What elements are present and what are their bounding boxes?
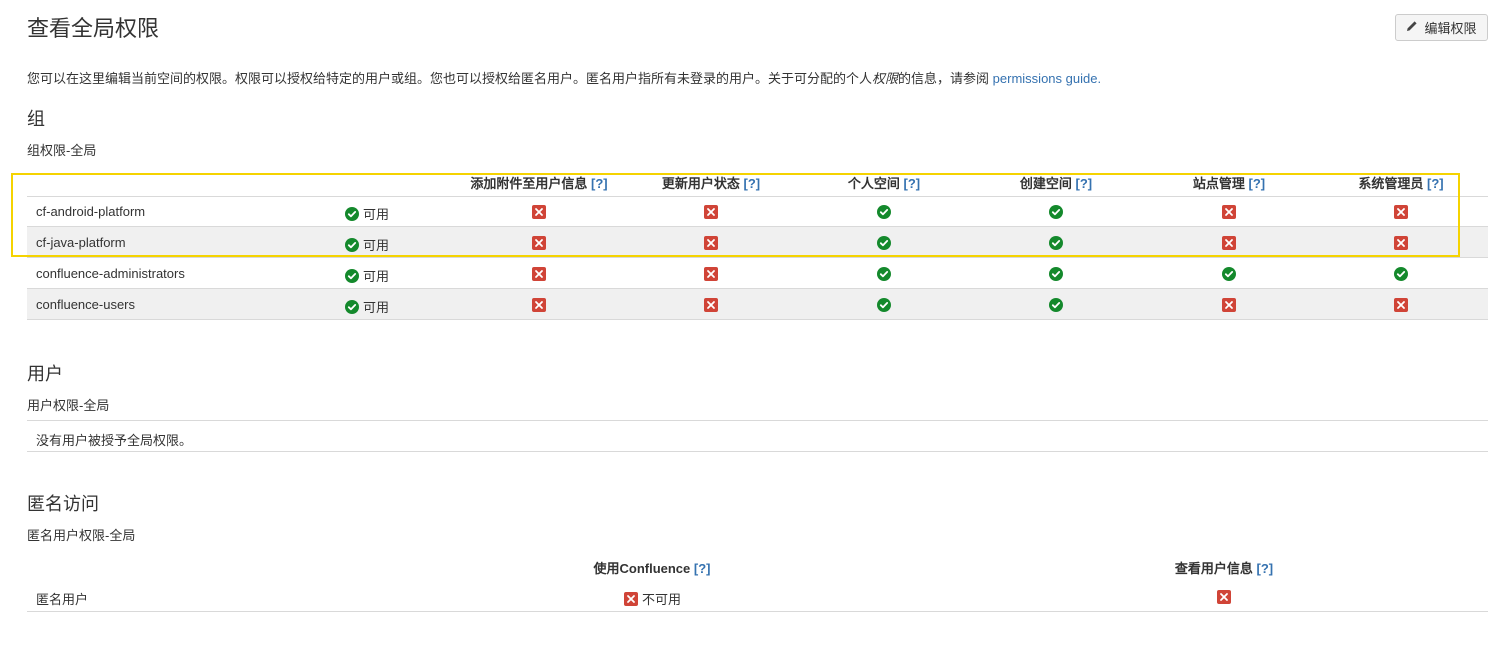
group-availability: 可用 <box>345 266 389 285</box>
group-availability: 可用 <box>345 297 389 316</box>
no-users-message: 没有用户被授予全局权限。 <box>36 433 193 448</box>
check-icon <box>1222 267 1236 281</box>
edit-permissions-button[interactable]: 编辑权限 <box>1395 14 1488 41</box>
check-icon <box>877 205 891 219</box>
help-link[interactable]: [?] <box>1249 176 1266 191</box>
pencil-icon <box>1406 20 1418 35</box>
anon-row: 匿名用户 不可用 <box>27 581 1488 612</box>
help-link[interactable]: [?] <box>694 561 711 576</box>
check-icon <box>345 206 359 221</box>
cross-icon <box>704 236 718 250</box>
check-icon <box>1049 236 1063 250</box>
group-name: cf-android-platform <box>36 204 146 219</box>
check-icon <box>877 298 891 312</box>
cross-icon <box>1217 590 1231 604</box>
users-divider-top <box>27 420 1488 421</box>
page-title: 查看全局权限 <box>27 16 160 41</box>
group-name: confluence-administrators <box>36 266 185 281</box>
anon-col-view-profile: 查看用户信息 [?] <box>1174 561 1274 576</box>
help-link[interactable]: [?] <box>744 176 761 191</box>
groups-col-header: 个人空间 [?] <box>847 176 921 191</box>
groups-col-header: 添加附件至用户信息 [?] <box>470 176 608 191</box>
group-name: confluence-users <box>36 297 135 312</box>
intro-emphasis: 权限 <box>872 71 899 86</box>
cross-icon <box>1222 298 1236 312</box>
group-availability: 可用 <box>345 204 389 223</box>
use-confluence-status: 不可用 <box>624 589 681 608</box>
cross-icon <box>532 298 546 312</box>
cross-icon <box>1394 298 1408 312</box>
cross-icon <box>704 205 718 219</box>
check-icon <box>877 236 891 250</box>
check-icon <box>345 268 359 283</box>
cross-icon <box>1394 236 1408 250</box>
cross-icon <box>532 267 546 281</box>
check-icon <box>345 237 359 252</box>
help-link[interactable]: [?] <box>591 176 608 191</box>
group-row: cf-java-platform 可用 <box>27 227 1488 258</box>
cross-icon <box>532 205 546 219</box>
group-row: confluence-administrators 可用 <box>27 258 1488 289</box>
cross-icon <box>1394 205 1408 219</box>
group-name: cf-java-platform <box>36 235 126 250</box>
anonymous-section-title: 匿名访问 <box>27 494 99 514</box>
help-link[interactable]: [?] <box>1427 176 1444 191</box>
cross-icon <box>1222 205 1236 219</box>
help-link[interactable]: [?] <box>904 176 921 191</box>
groups-col-header: 更新用户状态 [?] <box>661 176 761 191</box>
users-subtitle: 用户权限-全局 <box>27 398 110 413</box>
cross-icon <box>704 267 718 281</box>
check-icon <box>1049 267 1063 281</box>
group-row: cf-android-platform 可用 <box>27 196 1488 227</box>
check-icon <box>345 299 359 314</box>
check-icon <box>1049 205 1063 219</box>
groups-col-header: 创建空间 [?] <box>1019 176 1093 191</box>
groups-subtitle: 组权限-全局 <box>27 143 97 158</box>
groups-col-header: 系统管理员 [?] <box>1358 176 1444 191</box>
users-divider-bottom <box>27 451 1488 452</box>
cross-icon <box>624 591 638 606</box>
cross-icon <box>704 298 718 312</box>
group-row: confluence-users 可用 <box>27 289 1488 320</box>
help-link[interactable]: [?] <box>1076 176 1093 191</box>
edit-permissions-label: 编辑权限 <box>1424 21 1477 36</box>
check-icon <box>877 267 891 281</box>
intro-text: 您可以在这里编辑当前空间的权限。权限可以授权给特定的用户或组。您也可以授权给匿名… <box>27 71 1102 86</box>
check-icon <box>1049 298 1063 312</box>
cross-icon <box>1222 236 1236 250</box>
groups-section-title: 组 <box>27 109 45 129</box>
anonymous-subtitle: 匿名用户权限-全局 <box>27 528 136 543</box>
help-link[interactable]: [?] <box>1257 561 1274 576</box>
anon-row-name: 匿名用户 <box>36 592 89 607</box>
permissions-guide-link[interactable]: permissions guide. <box>993 71 1101 86</box>
groups-col-header: 站点管理 [?] <box>1192 176 1266 191</box>
anon-col-use-confluence: 使用Confluence [?] <box>593 561 711 576</box>
check-icon <box>1394 267 1408 281</box>
users-section-title: 用户 <box>27 364 63 384</box>
cross-icon <box>532 236 546 250</box>
group-availability: 可用 <box>345 235 389 254</box>
